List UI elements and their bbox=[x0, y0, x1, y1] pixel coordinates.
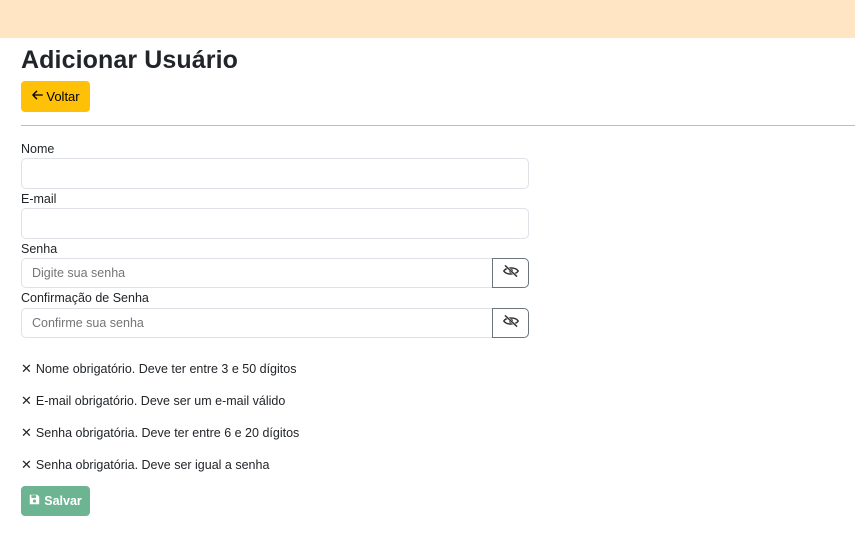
confirmacao-toggle-visibility-button[interactable] bbox=[492, 308, 529, 338]
senha-label: Senha bbox=[21, 242, 58, 256]
eye-slash-icon bbox=[502, 314, 519, 333]
back-button-label: Voltar bbox=[46, 89, 80, 104]
back-button[interactable]: Voltar bbox=[21, 81, 90, 112]
email-input[interactable] bbox=[21, 208, 529, 239]
senha-input[interactable] bbox=[21, 258, 493, 288]
floppy-disk-icon bbox=[29, 494, 40, 508]
confirmacao-input[interactable] bbox=[21, 308, 493, 338]
close-icon: ✕ bbox=[21, 393, 32, 408]
validation-text: Senha obrigatória. Deve ter entre 6 e 20… bbox=[35, 426, 300, 440]
validation-message: ✕ Nome obrigatório. Deve ter entre 3 e 5… bbox=[21, 361, 296, 377]
nome-label: Nome bbox=[21, 142, 55, 156]
top-banner bbox=[0, 0, 855, 38]
validation-message: ✕ Senha obrigatória. Deve ter entre 6 e … bbox=[21, 425, 299, 441]
validation-message: ✕ Senha obrigatória. Deve ser igual a se… bbox=[21, 457, 269, 473]
eye-slash-icon bbox=[502, 264, 519, 283]
validation-text: Senha obrigatória. Deve ser igual a senh… bbox=[35, 458, 270, 472]
close-icon: ✕ bbox=[21, 361, 32, 376]
senha-toggle-visibility-button[interactable] bbox=[492, 258, 529, 288]
divider bbox=[21, 125, 855, 126]
save-button[interactable]: Salvar bbox=[21, 486, 90, 516]
validation-text: Nome obrigatório. Deve ter entre 3 e 50 … bbox=[35, 362, 297, 376]
email-label: E-mail bbox=[21, 192, 57, 206]
save-button-label: Salvar bbox=[44, 494, 82, 508]
page-title: Adicionar Usuário bbox=[21, 46, 239, 74]
nome-input[interactable] bbox=[21, 158, 529, 189]
validation-message: ✕ E-mail obrigatório. Deve ser um e-mail… bbox=[21, 393, 285, 409]
close-icon: ✕ bbox=[21, 425, 32, 440]
validation-text: E-mail obrigatório. Deve ser um e-mail v… bbox=[35, 394, 286, 408]
close-icon: ✕ bbox=[21, 457, 32, 472]
arrow-left-icon bbox=[31, 89, 44, 104]
confirmacao-label: Confirmação de Senha bbox=[21, 291, 149, 305]
